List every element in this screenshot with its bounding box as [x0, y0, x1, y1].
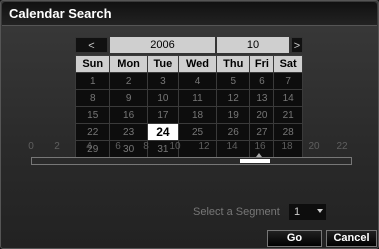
tick-label: 14	[226, 141, 238, 152]
weekday-sun: Sun	[74, 55, 111, 73]
day-cell[interactable]: 20	[249, 106, 275, 124]
segment-value: 1	[294, 206, 301, 218]
dialog-title: Calendar Search	[9, 6, 112, 21]
day-cell[interactable]: 9	[109, 89, 148, 107]
day-cell[interactable]: 1	[74, 72, 111, 90]
year-field[interactable]: 2006	[110, 37, 215, 53]
day-cell[interactable]: 19	[215, 106, 251, 124]
month-field[interactable]: 10	[217, 37, 289, 53]
day-cell[interactable]: 7	[273, 72, 303, 90]
week-row: 15 16 17 18 19 20 21	[74, 106, 303, 124]
timeline-tick-labels: 0 2 4 6 8 10 12 14 16 18 20 22	[1, 141, 379, 155]
day-cell[interactable]: 10	[146, 89, 180, 107]
day-cell[interactable]: 28	[273, 123, 303, 141]
timeline-track[interactable]	[31, 153, 352, 165]
tick-label: 8	[143, 141, 149, 152]
tick-label: 12	[198, 141, 210, 152]
day-cell[interactable]: 5	[215, 72, 251, 90]
cancel-button[interactable]: Cancel	[326, 230, 377, 247]
prev-year-button[interactable]: <	[75, 37, 108, 53]
tick-label: 0	[28, 141, 34, 152]
week-row: 22 23 24 25 26 27 28	[74, 123, 303, 141]
next-month-button[interactable]: >	[291, 37, 303, 53]
week-row: 8 9 10 11 12 13 14	[74, 89, 303, 107]
weekday-sat: Sat	[273, 55, 303, 73]
day-cell[interactable]: 26	[215, 123, 251, 141]
tick-label: 10	[169, 141, 181, 152]
day-cell[interactable]: 25	[178, 123, 217, 141]
day-cell[interactable]: 12	[215, 89, 251, 107]
tick-label: 6	[115, 141, 121, 152]
title-bar: Calendar Search	[2, 2, 377, 26]
week-row: 1 2 3 4 5 6 7	[74, 72, 303, 90]
recorded-segment-bar[interactable]	[240, 159, 270, 163]
tick-label: 20	[308, 141, 320, 152]
segment-select[interactable]: 1	[289, 204, 326, 220]
day-cell[interactable]: 14	[273, 89, 303, 107]
tick-label: 18	[281, 141, 293, 152]
day-cell-selected[interactable]: 24	[146, 123, 180, 141]
day-cell[interactable]: 17	[146, 106, 180, 124]
day-cell[interactable]: 27	[249, 123, 275, 141]
tick-label: 4	[86, 141, 92, 152]
segment-position-marker	[256, 153, 262, 157]
go-button[interactable]: Go	[267, 230, 322, 247]
day-cell[interactable]: 13	[249, 89, 275, 107]
day-cell[interactable]: 22	[74, 123, 111, 141]
day-cell[interactable]: 18	[178, 106, 217, 124]
weekday-thu: Thu	[215, 55, 251, 73]
weekday-mon: Mon	[109, 55, 148, 73]
day-cell[interactable]: 23	[109, 123, 148, 141]
tick-label: 22	[336, 141, 348, 152]
tick-label: 16	[254, 141, 266, 152]
day-cell[interactable]: 21	[273, 106, 303, 124]
weekday-header-row: Sun Mon Tue Wed Thu Fri Sat	[74, 55, 303, 73]
select-segment-label: Select a Segment	[193, 206, 280, 218]
chevron-left-icon: <	[88, 40, 95, 52]
day-cell[interactable]: 8	[74, 89, 111, 107]
weekday-fri: Fri	[249, 55, 275, 73]
day-cell[interactable]: 16	[109, 106, 148, 124]
day-cell[interactable]: 2	[109, 72, 148, 90]
day-cell[interactable]: 15	[74, 106, 111, 124]
weekday-wed: Wed	[178, 55, 217, 73]
weekday-tue: Tue	[146, 55, 180, 73]
chevron-right-icon: >	[293, 40, 301, 52]
day-cell[interactable]: 4	[178, 72, 217, 90]
dropdown-arrow-icon	[317, 209, 323, 213]
calendar-search-dialog: Calendar Search < 2006 10 > Sun Mon Tue …	[0, 0, 379, 249]
day-cell[interactable]: 6	[249, 72, 275, 90]
day-cell[interactable]: 11	[178, 89, 217, 107]
tick-label: 2	[54, 141, 60, 152]
day-cell[interactable]: 3	[146, 72, 180, 90]
